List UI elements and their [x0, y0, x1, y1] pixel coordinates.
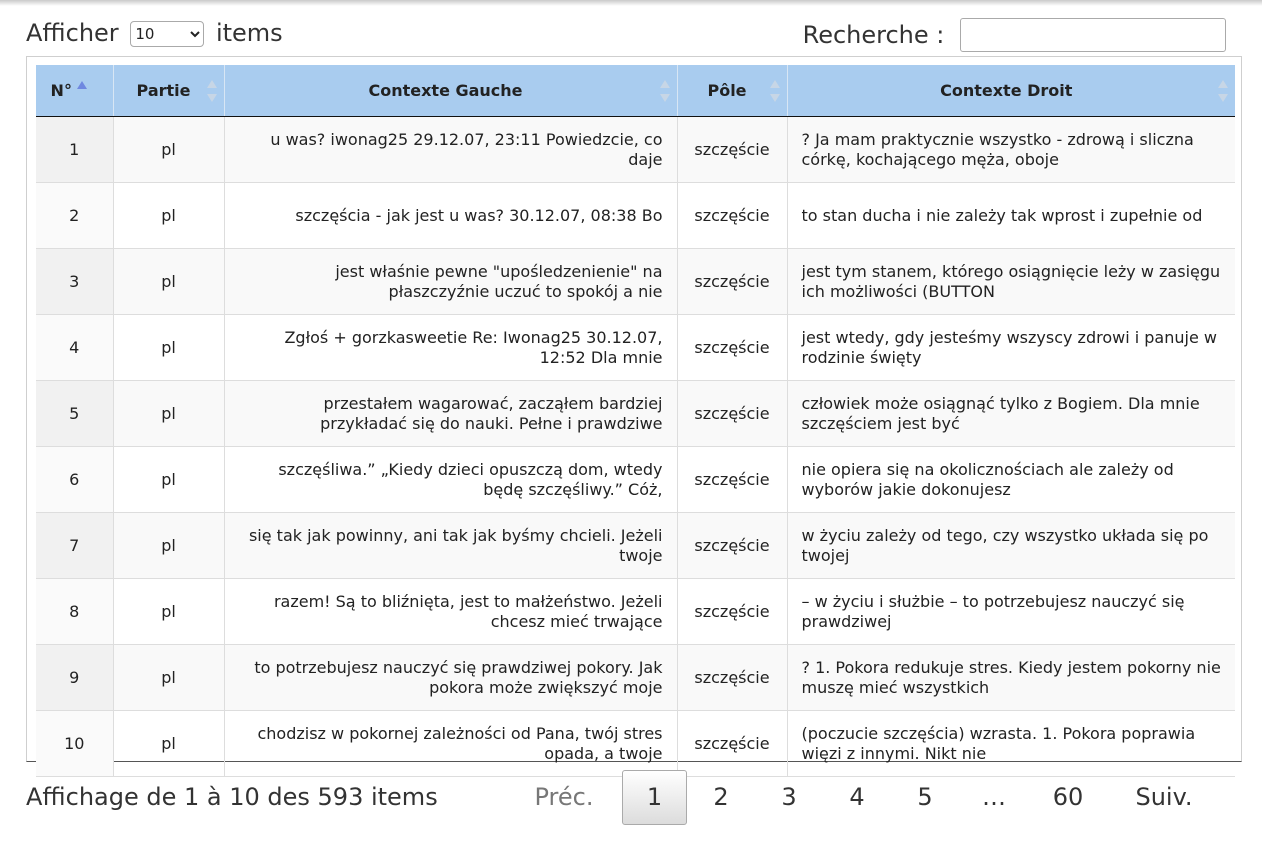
- cell-partie: pl: [113, 644, 225, 711]
- sort-both-icon: [1217, 79, 1229, 102]
- cell-contexte-gauche: u was? iwonag25 29.12.07, 23:11 Powiedzc…: [224, 116, 678, 183]
- cell-partie: pl: [113, 512, 225, 579]
- column-header-contexte-gauche[interactable]: Contexte Gauche: [224, 65, 678, 117]
- cell-contexte-droit: nie opiera się na okolicznościach ale za…: [787, 446, 1235, 513]
- cell-contexte-droit: człowiek może osiągnąć tylko z Bogiem. D…: [787, 380, 1235, 447]
- cell-number: 8: [36, 578, 114, 645]
- search-label: Recherche :: [802, 21, 945, 49]
- cell-number: 6: [36, 446, 114, 513]
- table-row: 3 pl jest właśnie pewne "upośledzenienie…: [36, 248, 1235, 315]
- table-row: 4 pl Zgłoś + gorzkasweetie Re: Iwonag25 …: [36, 314, 1235, 381]
- page-button-4[interactable]: 4: [823, 770, 891, 824]
- cell-number: 2: [36, 182, 114, 249]
- table-row: 1 pl u was? iwonag25 29.12.07, 23:11 Pow…: [36, 116, 1235, 183]
- top-shadow: [0, 0, 1262, 6]
- cell-pole: szczęście: [677, 512, 788, 579]
- pagination: Préc. 1 2 3 4 5 … 60 Suiv.: [516, 769, 1221, 825]
- table-info: Affichage de 1 à 10 des 593 items: [26, 783, 438, 811]
- column-header-contexte-gauche-label: Contexte Gauche: [368, 81, 523, 100]
- page-length-control: Afficher 10 items: [26, 19, 283, 47]
- cell-contexte-gauche: szczęśliwa.” „Kiedy dzieci opuszczą dom,…: [224, 446, 678, 513]
- page-button-3[interactable]: 3: [755, 770, 823, 824]
- cell-contexte-droit: ? 1. Pokora redukuje stres. Kiedy jestem…: [787, 644, 1235, 711]
- cell-contexte-droit: – w życiu i służbie – to potrzebujesz na…: [787, 578, 1235, 645]
- cell-number: 4: [36, 314, 114, 381]
- cell-partie: pl: [113, 446, 225, 513]
- table-row: 6 pl szczęśliwa.” „Kiedy dzieci opuszczą…: [36, 446, 1235, 513]
- table-row: 9 pl to potrzebujesz nauczyć się prawdzi…: [36, 644, 1235, 711]
- cell-pole: szczęście: [677, 710, 788, 777]
- length-label-before: Afficher: [26, 19, 119, 47]
- cell-contexte-droit: ? Ja mam praktycznie wszystko - zdrową i…: [787, 116, 1235, 183]
- length-label-after: items: [215, 19, 283, 47]
- cell-number: 5: [36, 380, 114, 447]
- cell-partie: pl: [113, 116, 225, 183]
- cell-number: 7: [36, 512, 114, 579]
- pagination-ellipsis: …: [982, 783, 1006, 811]
- table-row: 5 pl przestałem wagarować, zacząłem bard…: [36, 380, 1235, 447]
- cell-partie: pl: [113, 248, 225, 315]
- cell-pole: szczęście: [677, 446, 788, 513]
- table-frame: N° Partie Contexte Gauche Pôle Contexte …: [26, 56, 1242, 777]
- cell-contexte-gauche: Zgłoś + gorzkasweetie Re: Iwonag25 30.12…: [224, 314, 678, 381]
- sort-both-icon: [659, 79, 671, 102]
- sort-both-icon: [769, 79, 781, 102]
- cell-contexte-droit: to stan ducha i nie zależy tak wprost i …: [787, 182, 1235, 249]
- page-length-select[interactable]: 10: [130, 21, 205, 47]
- cell-contexte-gauche: szczęścia - jak jest u was? 30.12.07, 08…: [224, 182, 678, 249]
- column-header-contexte-droit-label: Contexte Droit: [940, 81, 1073, 100]
- cell-number: 3: [36, 248, 114, 315]
- cell-contexte-droit: w życiu zależy od tego, czy wszystko ukł…: [787, 512, 1235, 579]
- cell-partie: pl: [113, 380, 225, 447]
- cell-contexte-droit: jest wtedy, gdy jesteśmy wszyscy zdrowi …: [787, 314, 1235, 381]
- page-button-60[interactable]: 60: [1029, 770, 1107, 824]
- cell-pole: szczęście: [677, 644, 788, 711]
- cell-contexte-gauche: jest właśnie pewne "upośledzenienie" na …: [224, 248, 678, 315]
- table-row: 10 pl chodzisz w pokornej zależności od …: [36, 710, 1235, 777]
- cell-number: 10: [36, 710, 114, 777]
- cell-contexte-gauche: się tak jak powinny, ani tak jak byśmy c…: [224, 512, 678, 579]
- cell-partie: pl: [113, 578, 225, 645]
- cell-contexte-droit: jest tym stanem, którego osiągnięcie leż…: [787, 248, 1235, 315]
- cell-number: 9: [36, 644, 114, 711]
- previous-page-button[interactable]: Préc.: [516, 770, 612, 824]
- column-header-pole-label: Pôle: [707, 81, 747, 100]
- page-button-1[interactable]: 1: [622, 769, 687, 825]
- cell-pole: szczęście: [677, 116, 788, 183]
- page-button-2[interactable]: 2: [687, 770, 755, 824]
- cell-pole: szczęście: [677, 248, 788, 315]
- column-header-contexte-droit[interactable]: Contexte Droit: [787, 65, 1235, 117]
- next-page-button[interactable]: Suiv.: [1107, 770, 1221, 824]
- page-button-5[interactable]: 5: [891, 770, 959, 824]
- cell-contexte-gauche: razem! Są to bliźnięta, jest to małżeńst…: [224, 578, 678, 645]
- column-header-partie[interactable]: Partie: [113, 65, 225, 117]
- cell-pole: szczęście: [677, 314, 788, 381]
- search-input[interactable]: [960, 18, 1226, 52]
- cell-partie: pl: [113, 182, 225, 249]
- cell-pole: szczęście: [677, 182, 788, 249]
- search-control: Recherche :: [803, 18, 1226, 52]
- cell-contexte-gauche: przestałem wagarować, zacząłem bardziej …: [224, 380, 678, 447]
- cell-number: 1: [36, 116, 114, 183]
- cell-contexte-droit: (poczucie szczęścia) wzrasta. 1. Pokora …: [787, 710, 1235, 777]
- table-row: 2 pl szczęścia - jak jest u was? 30.12.0…: [36, 182, 1235, 249]
- table-row: 7 pl się tak jak powinny, ani tak jak by…: [36, 512, 1235, 579]
- cell-partie: pl: [113, 314, 225, 381]
- cell-contexte-gauche: chodzisz w pokornej zależności od Pana, …: [224, 710, 678, 777]
- sort-both-icon: [206, 79, 218, 102]
- cell-pole: szczęście: [677, 380, 788, 447]
- column-header-pole[interactable]: Pôle: [677, 65, 788, 117]
- cell-pole: szczęście: [677, 578, 788, 645]
- cell-partie: pl: [113, 710, 225, 777]
- table-row: 8 pl razem! Są to bliźnięta, jest to mał…: [36, 578, 1235, 645]
- cell-contexte-gauche: to potrzebujesz nauczyć się prawdziwej p…: [224, 644, 678, 711]
- column-header-number[interactable]: N°: [36, 65, 114, 117]
- column-header-number-label: N°: [50, 81, 72, 100]
- header-row: N° Partie Contexte Gauche Pôle Contexte …: [36, 65, 1235, 117]
- column-header-partie-label: Partie: [136, 81, 191, 100]
- concordance-table: N° Partie Contexte Gauche Pôle Contexte …: [36, 65, 1235, 777]
- sort-ascending-icon: [76, 80, 88, 91]
